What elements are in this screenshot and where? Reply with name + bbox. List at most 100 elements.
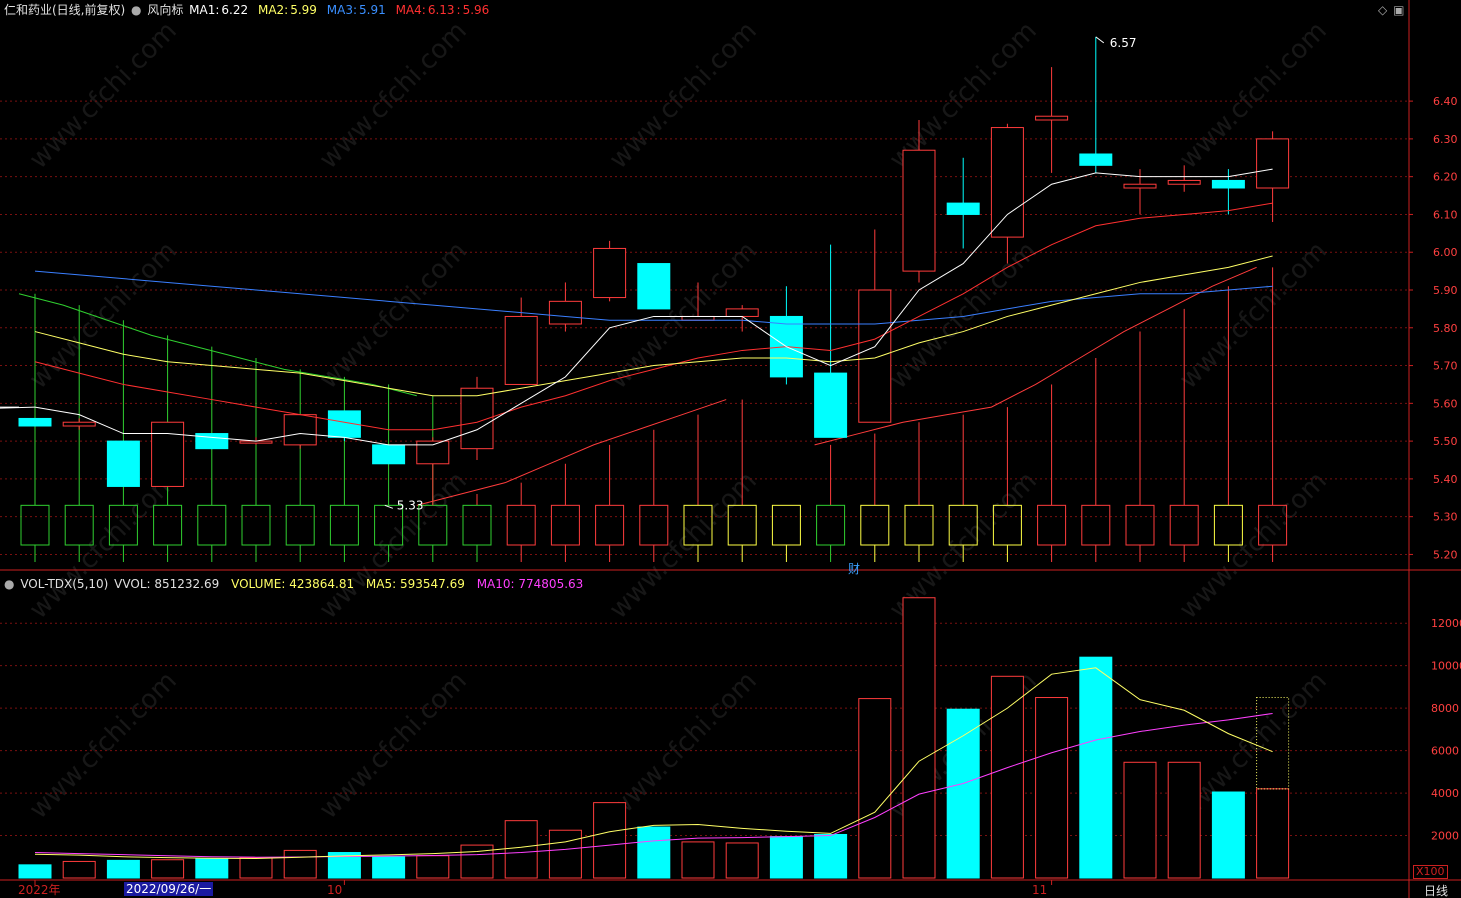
candle-body[interactable]: [1123, 183, 1157, 189]
candle-body[interactable]: [1211, 179, 1245, 189]
candle-body[interactable]: [725, 308, 759, 317]
watermark-text: www.cfchi.com: [314, 236, 473, 395]
volume-indicator-name[interactable]: VOL-TDX(5,10): [20, 577, 108, 591]
ma3-value: 5.91: [359, 3, 386, 17]
watermark-text: www.cfchi.com: [24, 666, 183, 825]
candle-body[interactable]: [195, 433, 229, 450]
candle-body[interactable]: [1035, 115, 1069, 121]
volume-bar[interactable]: [814, 833, 848, 879]
signal-box[interactable]: [595, 504, 625, 546]
watermark-text: www.cfchi.com: [604, 16, 763, 175]
volume-tick-label: 6000: [1431, 745, 1459, 758]
maximize-icon[interactable]: ▣: [1393, 3, 1404, 17]
watermark-text: www.cfchi.com: [314, 16, 473, 175]
candle-body[interactable]: [593, 247, 627, 299]
volume-bar[interactable]: [769, 836, 803, 879]
candle-body[interactable]: [902, 149, 936, 272]
stock-title[interactable]: 仁和药业(日线,前复权): [4, 3, 125, 17]
watermark-text: www.cfchi.com: [314, 666, 473, 825]
volume-bar[interactable]: [1123, 761, 1157, 879]
candle-body[interactable]: [990, 127, 1024, 238]
volume-bar[interactable]: [195, 858, 229, 879]
volume-bar[interactable]: [548, 829, 582, 879]
candle-body[interactable]: [283, 414, 317, 446]
candle-body[interactable]: [1256, 138, 1290, 189]
volume-bar[interactable]: [681, 841, 715, 879]
ma1-label: MA1:: [189, 3, 220, 17]
volume-bar[interactable]: [990, 675, 1024, 879]
price-tick-label: 5.30: [1433, 511, 1458, 524]
volume-header: ● VOL-TDX(5,10) VVOL: 851232.69 VOLUME: …: [4, 577, 585, 591]
month-nov-label: 11: [1032, 883, 1048, 897]
volume-bar[interactable]: [151, 859, 185, 879]
candle-body[interactable]: [106, 440, 140, 487]
volume-tick-label: 2000: [1431, 830, 1459, 843]
candle-body[interactable]: [372, 444, 406, 465]
volume-bar[interactable]: [858, 698, 892, 879]
signal-box[interactable]: [329, 504, 359, 546]
volume-bar[interactable]: [1167, 761, 1201, 879]
candle-body[interactable]: [946, 202, 980, 215]
signal-box[interactable]: [1125, 504, 1155, 546]
volume-bar[interactable]: [62, 860, 96, 879]
signal-box[interactable]: [860, 504, 890, 546]
watermark-text: www.cfchi.com: [1174, 236, 1333, 395]
volume-bar[interactable]: [1035, 697, 1069, 879]
price-header: 仁和药业(日线,前复权) ● 风向标 MA1: 6.22 MA2: 5.99 MA3…: [4, 3, 491, 17]
candle-body[interactable]: [1167, 179, 1201, 185]
diamond-icon[interactable]: ◇: [1378, 3, 1387, 17]
volume-bar[interactable]: [725, 842, 759, 879]
volume-bar[interactable]: [1211, 791, 1245, 879]
signal-box[interactable]: [241, 504, 271, 546]
volume-bar[interactable]: [283, 849, 317, 879]
signal-box[interactable]: [639, 504, 669, 546]
cursor-date-label: 2022/09/26/一: [124, 882, 214, 896]
indicator-name[interactable]: 风向标: [147, 3, 183, 17]
candle-body[interactable]: [18, 417, 52, 427]
signal-box[interactable]: [771, 504, 801, 546]
candle-body[interactable]: [858, 289, 892, 423]
finance-marker[interactable]: 财: [848, 562, 860, 576]
volume-bar[interactable]: [416, 855, 450, 879]
candle-body[interactable]: [504, 315, 538, 385]
stock-chart[interactable]: www.cfchi.com www.cfchi.com www.cfchi.com w…: [0, 0, 1461, 898]
indicator-dot-icon: ●: [131, 3, 142, 17]
ma1-value: 6.22: [221, 3, 249, 17]
volume-bar[interactable]: [106, 859, 140, 879]
candle-body[interactable]: [1079, 153, 1113, 166]
volume-bar[interactable]: [902, 597, 936, 879]
candle-body[interactable]: [637, 263, 671, 310]
volume-bar[interactable]: [239, 857, 273, 879]
candle-body[interactable]: [151, 421, 185, 487]
volume-bar[interactable]: [504, 820, 538, 879]
volume-bar[interactable]: [946, 708, 980, 879]
ma2-value: 5.99: [290, 3, 317, 17]
period-label[interactable]: 日线: [1424, 884, 1448, 898]
volume-bar[interactable]: [593, 802, 627, 879]
volume-bar[interactable]: [18, 864, 52, 879]
volume-layer[interactable]: [18, 597, 1290, 879]
candle-body[interactable]: [681, 315, 715, 321]
signal-box[interactable]: [904, 504, 934, 546]
signal-box[interactable]: [1037, 504, 1067, 546]
signal-box[interactable]: [816, 504, 846, 546]
signal-box[interactable]: [1169, 504, 1199, 546]
high-pointer: [1095, 36, 1105, 44]
volume-tick-label: 8000: [1431, 702, 1459, 715]
volume-bar[interactable]: [637, 826, 671, 879]
high-annotation: 6.57: [1110, 36, 1137, 50]
signal-box[interactable]: [550, 504, 580, 546]
signal-box[interactable]: [197, 504, 227, 546]
signal-box[interactable]: [285, 504, 315, 546]
signal-box[interactable]: [20, 504, 50, 546]
candle-body[interactable]: [62, 421, 96, 427]
signal-box[interactable]: [1081, 504, 1111, 546]
candle-body[interactable]: [548, 300, 582, 325]
volume-bar[interactable]: [372, 856, 406, 879]
volume-bar[interactable]: [1079, 656, 1113, 879]
candle-body[interactable]: [814, 372, 848, 438]
signal-box[interactable]: [462, 504, 492, 546]
volume-bar[interactable]: [1256, 788, 1290, 879]
signal-box[interactable]: [506, 504, 536, 546]
ma4-extra-value: 5.96: [462, 3, 490, 17]
